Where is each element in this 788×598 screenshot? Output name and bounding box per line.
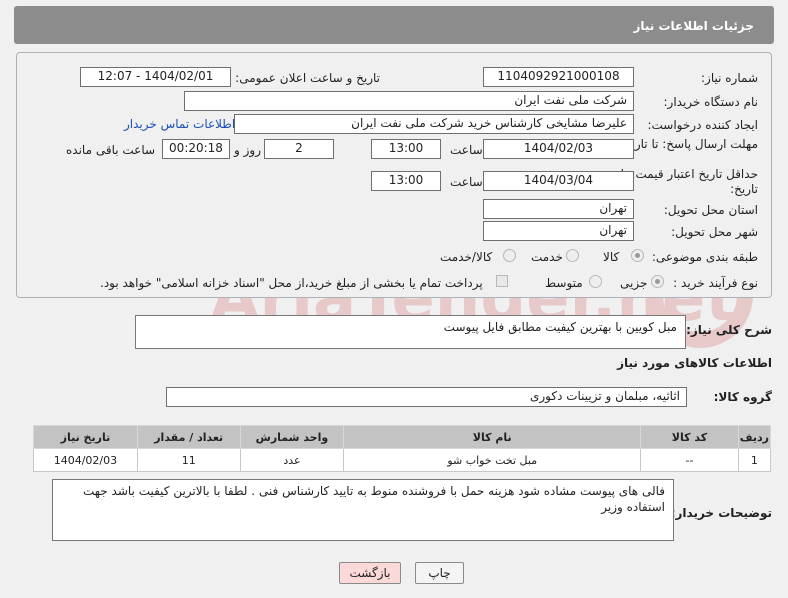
buyer-org-field: شرکت ملی نفت ایران xyxy=(184,91,634,111)
buyer-org-label: نام دستگاه خریدار: xyxy=(663,95,759,109)
reply-date-field: 1404/02/03 xyxy=(483,139,634,159)
cell-date: 1404/02/03 xyxy=(33,448,138,472)
category-service-label: خدمت xyxy=(531,250,563,264)
need-number-field: 1104092921000108 xyxy=(483,67,634,87)
province-field: تهران xyxy=(483,199,634,219)
announce-datetime-field: 1404/02/01 - 12:07 xyxy=(80,67,231,87)
category-goods-radio[interactable] xyxy=(631,249,644,262)
category-label: طبقه بندی موضوعی: xyxy=(651,250,758,264)
city-field: تهران xyxy=(483,221,634,241)
goods-info-heading: اطلاعات کالاهای مورد نیاز xyxy=(617,356,772,370)
col-row-header: ردیف xyxy=(737,425,772,449)
category-both-radio[interactable] xyxy=(503,249,516,262)
col-unit-header: واحد شمارش xyxy=(239,425,345,449)
page-header: جزئیات اطلاعات نیاز xyxy=(14,6,774,44)
treasury-payment-checkbox[interactable] xyxy=(496,275,508,287)
price-time-field: 13:00 xyxy=(371,171,441,191)
category-both-label: کالا/خدمت xyxy=(440,250,493,264)
need-desc-label: شرح کلی نیاز: xyxy=(686,323,772,337)
need-number-label: شماره نیاز: xyxy=(701,71,758,85)
purchase-minor-label: جزیی xyxy=(620,276,648,290)
need-desc-textarea: مبل کویین با بهترین کیفیت مطابق فایل پیو… xyxy=(135,315,686,349)
buyer-notes-textarea: فالی های پیوست مشاده شود هزینه حمل با فر… xyxy=(52,479,674,541)
col-code-header: کد کالا xyxy=(640,425,739,449)
cell-qty: 11 xyxy=(136,448,241,472)
payment-note: پرداخت تمام یا بخشی از مبلغ خرید،از محل … xyxy=(100,276,483,290)
col-qty-header: تعداد / مقدار xyxy=(136,425,241,449)
remaining-time-field: 00:20:18 xyxy=(162,139,230,159)
page-title: جزئیات اطلاعات نیاز xyxy=(633,19,754,33)
contact-info-link[interactable]: اطلاعات تماس خریدار xyxy=(124,117,235,131)
announce-datetime-label: تاریخ و ساعت اعلان عمومی: xyxy=(235,71,380,85)
cell-code: -- xyxy=(640,448,739,472)
category-goods-label: کالا xyxy=(603,250,620,264)
category-service-radio[interactable] xyxy=(566,249,579,262)
price-validity-label: حداقل تاریخ اعتبار قیمت: تا تاریخ: xyxy=(620,167,758,196)
delivery-city-label: شهر محل تحویل: xyxy=(671,225,758,239)
purchase-minor-radio[interactable] xyxy=(651,275,664,288)
cell-name: مبل تخت خواب شو xyxy=(343,448,642,472)
col-name-header: نام کالا xyxy=(343,425,642,449)
day-and-label: روز و xyxy=(234,143,261,157)
goods-group-label: گروه کالا: xyxy=(713,390,772,404)
table-row: 1 -- مبل تخت خواب شو عدد 11 1404/02/03 xyxy=(33,448,772,472)
requester-field: علیرضا مشایخی کارشناس خرید شرکت ملی نفت … xyxy=(234,114,634,134)
price-hour-label: ساعت xyxy=(450,175,483,189)
cell-row: 1 xyxy=(737,448,772,472)
table-header-row: ردیف کد کالا نام کالا واحد شمارش تعداد /… xyxy=(33,425,772,449)
goods-table: ردیف کد کالا نام کالا واحد شمارش تعداد /… xyxy=(33,425,772,472)
reply-time-field: 13:00 xyxy=(371,139,441,159)
purchase-medium-label: متوسط xyxy=(545,276,583,290)
reply-hour-label: ساعت xyxy=(450,143,483,157)
cell-unit: عدد xyxy=(239,448,345,472)
purchase-type-label: نوع فرآیند خرید : xyxy=(673,276,758,290)
reply-deadline-label: مهلت ارسال پاسخ: تا تاریخ: xyxy=(619,137,758,151)
reply-days-field: 2 xyxy=(264,139,334,159)
price-date-field: 1404/03/04 xyxy=(483,171,634,191)
buyer-notes-label: توضیحات خریدار: xyxy=(670,506,772,520)
col-date-header: تاریخ نیاز xyxy=(33,425,138,449)
remaining-time-label: ساعت باقی مانده xyxy=(66,143,156,157)
print-button[interactable]: چاپ xyxy=(415,562,464,584)
requester-label: ایجاد کننده درخواست: xyxy=(647,118,758,132)
back-button[interactable]: بازگشت xyxy=(339,562,401,584)
delivery-province-label: استان محل تحویل: xyxy=(663,203,758,217)
purchase-medium-radio[interactable] xyxy=(589,275,602,288)
goods-group-field: اثاثیه، مبلمان و تزیینات دکوری xyxy=(166,387,687,407)
